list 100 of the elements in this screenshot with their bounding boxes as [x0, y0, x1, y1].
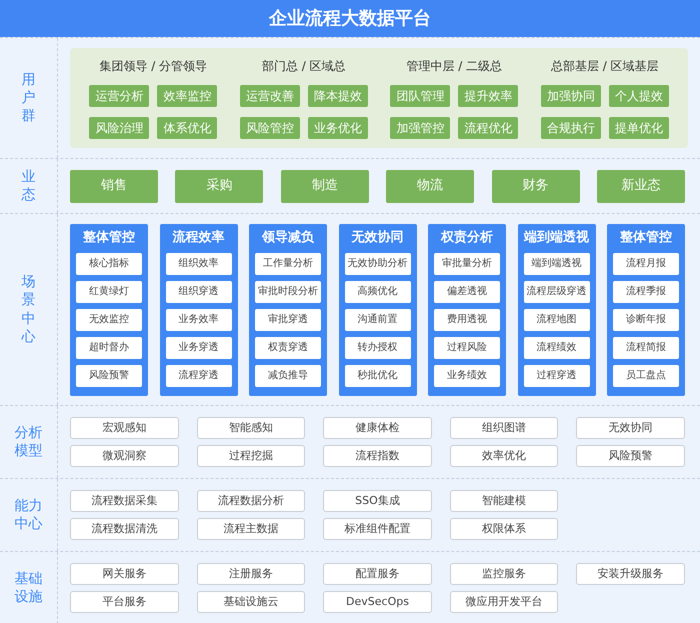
scenario-item: 高频优化	[344, 280, 410, 302]
module-tag: 健康体检	[323, 417, 432, 439]
module-tag: 配置服务	[323, 563, 432, 585]
goal-tag: 风险管控	[240, 117, 300, 139]
scenario-title: 流程效率	[172, 228, 224, 246]
module-tag: 安装升级服务	[576, 563, 685, 585]
goal-tag: 提单优化	[608, 117, 669, 139]
scenario-item: 核心指标	[76, 252, 142, 274]
scenario-item: 无效监控	[76, 308, 142, 330]
goal-tag: 业务优化	[308, 117, 368, 139]
business-tag: 新业态	[596, 170, 685, 202]
scenario-item: 无效协助分析	[344, 252, 410, 274]
module-tag: 微应用开发平台	[450, 591, 558, 613]
scenario-title: 权责分析	[441, 228, 493, 246]
scenario-item: 流程地图	[524, 308, 590, 330]
scenario-item: 过程穿透	[524, 364, 590, 386]
goal-tag: 提升效率	[458, 85, 518, 107]
module-tag: 智能感知	[196, 417, 306, 439]
module-tag: 流程数据清洗	[70, 518, 179, 540]
scenario-item: 红黄绿灯	[76, 280, 142, 302]
module-tag: 流程主数据	[196, 518, 306, 540]
business-tag: 采购	[175, 170, 264, 202]
business-tag: 销售	[70, 170, 158, 202]
group-title: 总部基层 / 区域基层	[550, 58, 659, 75]
goal-tag: 运营改善	[240, 85, 300, 107]
module-tag: 平台服务	[70, 591, 179, 613]
goal-tag: 个人提效	[608, 85, 669, 107]
module-tag: 权限体系	[450, 518, 558, 540]
scenario-item: 转办授权	[344, 336, 410, 358]
scenario-item: 审批量分析	[434, 252, 500, 274]
section-label: 基础设施	[14, 570, 42, 606]
scenario-title: 领导减负	[262, 228, 314, 246]
scenario-item: 业务效率	[166, 308, 232, 330]
module-tag: 流程数据分析	[196, 490, 306, 512]
business-tag: 制造	[280, 170, 369, 202]
module-tag: SSO集成	[323, 490, 432, 512]
goal-tag: 合规执行	[540, 117, 601, 139]
goal-tag: 降本提效	[308, 85, 368, 107]
group-title: 部门总 / 区域总	[262, 58, 346, 75]
scenario-item: 流程月报	[613, 252, 679, 274]
module-tag: 微观洞察	[70, 445, 179, 467]
scenario-item: 权责穿透	[255, 336, 321, 358]
module-tag: DevSecOps	[323, 591, 432, 613]
goal-tag: 风险治理	[89, 117, 150, 139]
scenario-item: 沟通前置	[344, 308, 410, 330]
goal-tag: 团队管理	[390, 85, 450, 107]
scenario-item: 风险预警	[76, 364, 142, 386]
scenario-item: 流程季报	[613, 280, 679, 302]
scenario-item: 端到端透视	[524, 252, 590, 274]
section-label: 用户群	[22, 70, 36, 126]
scenario-item: 流程简报	[613, 336, 679, 358]
scenario-item: 减负推导	[255, 364, 321, 386]
scenario-item: 过程风险	[434, 336, 500, 358]
scenario-item: 诊断年报	[613, 308, 679, 330]
module-tag: 组织图谱	[450, 417, 558, 439]
business-tag: 物流	[386, 170, 474, 202]
scenario-item: 费用透视	[434, 308, 500, 330]
business-tag: 财务	[492, 170, 580, 202]
module-tag: 网关服务	[70, 563, 179, 585]
section-label: 业态	[22, 168, 36, 204]
section-label: 能力中心	[14, 496, 42, 534]
goal-tag: 加强管控	[390, 117, 450, 139]
module-tag: 过程挖掘	[196, 445, 306, 467]
goal-tag: 体系优化	[157, 117, 218, 139]
section-label: 场景中心	[22, 273, 36, 346]
module-tag: 风险预警	[576, 445, 685, 467]
module-tag: 宏观感知	[70, 417, 179, 439]
module-tag: 效率优化	[450, 445, 558, 467]
goal-tag: 运营分析	[89, 85, 150, 107]
scenario-title: 整体管控	[620, 228, 672, 246]
scenario-item: 流程层级穿透	[524, 280, 590, 302]
goal-tag: 流程优化	[458, 117, 518, 139]
module-tag: 智能建模	[450, 490, 558, 512]
scenario-item: 审批穿透	[255, 308, 321, 330]
scenario-item: 超时督办	[76, 336, 142, 358]
scenario-title: 端到端透视	[524, 228, 589, 246]
scenario-item: 工作量分析	[255, 252, 321, 274]
module-tag: 基础设施云	[196, 591, 306, 613]
scenario-item: 偏差透视	[434, 280, 500, 302]
scenario-item: 员工盘点	[613, 364, 679, 386]
section-label: 分析模型	[14, 424, 42, 460]
scenario-item: 秒批优化	[344, 364, 410, 386]
scenario-item: 审批时段分析	[255, 280, 321, 302]
group-title: 集团领导 / 分管领导	[99, 58, 208, 75]
scenario-item: 流程穿透	[166, 364, 232, 386]
goal-tag: 效率监控	[157, 85, 218, 107]
module-tag: 无效协同	[576, 417, 685, 439]
module-tag: 监控服务	[450, 563, 558, 585]
module-tag: 流程指数	[323, 445, 432, 467]
scenario-item: 组织效率	[166, 252, 232, 274]
goal-tag: 加强协同	[540, 85, 601, 107]
scenario-item: 流程绩效	[524, 336, 590, 358]
scenario-title: 整体管控	[83, 228, 135, 246]
group-title: 管理中层 / 二级总	[406, 58, 502, 75]
title-bar: 企业流程大数据平台	[0, 0, 700, 37]
module-tag: 标准组件配置	[323, 518, 432, 540]
scenario-title: 无效协同	[352, 228, 404, 246]
module-tag: 注册服务	[196, 563, 306, 585]
scenario-item: 业务穿透	[166, 336, 232, 358]
scenario-item: 业务绩效	[434, 364, 500, 386]
